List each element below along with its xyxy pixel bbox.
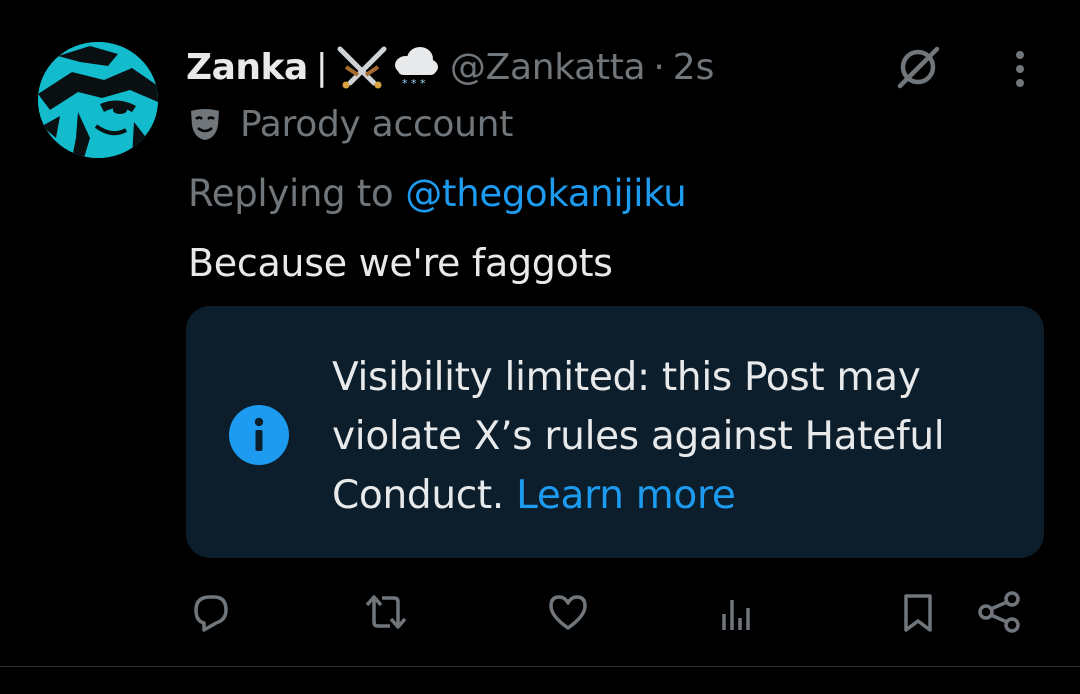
share-button[interactable]	[972, 584, 1028, 640]
snow-cloud-icon: * * *	[394, 47, 438, 89]
learn-more-link[interactable]: Learn more	[516, 473, 736, 518]
name-emojis: * * *	[334, 45, 440, 89]
views-button[interactable]	[708, 584, 764, 640]
post-text: Because we're faggots	[188, 241, 613, 285]
post-divider	[0, 666, 1080, 667]
parody-badge: Parody account	[188, 100, 513, 148]
visibility-notice: Visibility limited: this Post may violat…	[186, 306, 1044, 558]
reply-button[interactable]	[182, 584, 238, 640]
reply-context: Replying to @thegokanijiku	[188, 166, 687, 220]
avatar[interactable]	[38, 42, 158, 158]
more-vertical-icon	[1016, 51, 1024, 87]
separator-dot: ·	[653, 46, 665, 88]
display-name[interactable]: Zanka	[186, 47, 308, 88]
parody-label: Parody account	[240, 103, 514, 145]
views-icon	[722, 600, 750, 630]
reply-handle-link[interactable]: @thegokanijiku	[405, 172, 686, 215]
grok-button[interactable]	[890, 42, 946, 92]
user-handle[interactable]: @Zankatta	[450, 47, 646, 88]
more-options-button[interactable]	[1002, 44, 1038, 94]
share-icon	[978, 591, 1020, 633]
action-bar	[186, 584, 1036, 640]
svg-text:* * *: * * *	[402, 77, 426, 89]
timestamp[interactable]: 2s	[673, 47, 715, 88]
avatar-image	[38, 42, 158, 158]
repost-icon	[365, 595, 407, 629]
post-header: Zanka | * * * @Zankatta · 2s	[186, 42, 714, 92]
bookmark-icon	[904, 594, 932, 632]
like-icon	[549, 595, 587, 630]
like-button[interactable]	[540, 584, 596, 640]
bookmark-button[interactable]	[890, 584, 946, 640]
grok-icon	[897, 46, 940, 89]
notice-text-block: Visibility limited: this Post may violat…	[332, 348, 1022, 525]
parody-mask-icon	[191, 109, 219, 140]
info-icon	[229, 405, 289, 465]
crossed-swords-icon	[337, 46, 387, 89]
reply-prefix: Replying to	[188, 171, 394, 215]
repost-button[interactable]	[358, 584, 414, 640]
reply-icon	[194, 595, 228, 632]
name-separator: |	[315, 46, 328, 88]
